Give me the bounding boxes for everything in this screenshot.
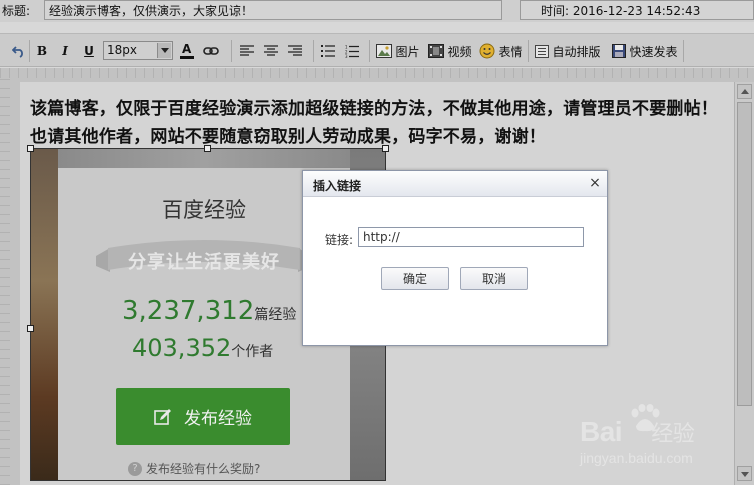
insert-video-button[interactable]: 视频 bbox=[427, 41, 473, 61]
author-count: 403,352个作者 bbox=[132, 334, 274, 362]
time-value: 2016-12-23 14:52:43 bbox=[572, 4, 701, 18]
scroll-down-button[interactable] bbox=[737, 466, 752, 481]
save-icon bbox=[612, 44, 627, 58]
editor-toolbar: B I U 18px A 123 图片 视频 表情 自动排版 快速发表 bbox=[0, 33, 754, 67]
ruler-left bbox=[0, 78, 10, 485]
insert-emoji-label: 表情 bbox=[498, 44, 523, 59]
underline-button[interactable]: U bbox=[79, 41, 99, 61]
numbered-list-button[interactable]: 123 bbox=[342, 41, 362, 61]
scroll-thumb[interactable] bbox=[737, 102, 752, 406]
title-label: 标题: bbox=[2, 4, 31, 18]
link-icon bbox=[203, 47, 219, 55]
link-button[interactable] bbox=[201, 41, 221, 61]
bold-icon: B bbox=[36, 44, 48, 58]
watermark-brand: Bai 经验 bbox=[580, 416, 695, 447]
reward-link: ? 发布经验有什么奖励? bbox=[128, 460, 260, 477]
align-left-button[interactable] bbox=[237, 41, 257, 61]
insert-link-dialog: 插入链接 × 链接: 确定 取消 bbox=[302, 170, 608, 346]
insert-emoji-button[interactable]: 表情 bbox=[478, 41, 524, 61]
insert-video-label: 视频 bbox=[447, 44, 472, 59]
resize-handle-left[interactable] bbox=[27, 325, 34, 332]
post-body-text[interactable]: 该篇博客，仅限于百度经验演示添加超级链接的方法，不做其他用途，请管理员不要删帖！… bbox=[30, 95, 730, 151]
undo-icon bbox=[12, 46, 23, 58]
font-color-button[interactable]: A bbox=[178, 41, 196, 61]
scroll-up-button[interactable] bbox=[737, 84, 752, 99]
title-input[interactable]: 经验演示博客，仅供演示，大家见谅！ bbox=[44, 0, 502, 20]
autoformat-icon bbox=[535, 44, 550, 58]
autoformat-label: 自动排版 bbox=[552, 44, 601, 59]
font-size-value: 18px bbox=[107, 43, 137, 57]
bullet-list-icon bbox=[321, 44, 335, 57]
title-bar: 标题: 经验演示博客，仅供演示，大家见谅！ 时间: 2016-12-23 14:… bbox=[0, 0, 754, 22]
article-count: 3,237,312篇经验 bbox=[122, 296, 297, 326]
resize-handle-top-right[interactable] bbox=[382, 145, 389, 152]
font-size-select[interactable]: 18px bbox=[103, 41, 173, 60]
link-input[interactable] bbox=[358, 227, 584, 247]
baidu-watermark: Bai 经验 jingyan.baidu.com bbox=[580, 404, 740, 466]
align-right-button[interactable] bbox=[285, 41, 305, 61]
align-right-icon bbox=[288, 45, 302, 56]
video-icon bbox=[428, 44, 445, 58]
autoformat-button[interactable]: 自动排版 bbox=[535, 41, 601, 61]
font-color-icon: A bbox=[180, 42, 194, 59]
resize-handle-top-left[interactable] bbox=[27, 145, 34, 152]
question-icon: ? bbox=[128, 461, 142, 476]
resize-handle-top[interactable] bbox=[204, 145, 211, 152]
time-field[interactable]: 时间: 2016-12-23 14:52:43 bbox=[520, 0, 754, 20]
quick-post-label: 快速发表 bbox=[629, 44, 678, 59]
align-center-button[interactable] bbox=[261, 41, 281, 61]
underline-icon: U bbox=[84, 44, 94, 58]
close-icon[interactable]: × bbox=[587, 174, 603, 192]
align-center-icon bbox=[264, 45, 278, 56]
ruler-top bbox=[0, 68, 754, 78]
bullet-list-button[interactable] bbox=[318, 41, 338, 61]
image-icon bbox=[376, 44, 393, 58]
align-left-icon bbox=[240, 45, 254, 56]
watermark-url: jingyan.baidu.com bbox=[580, 450, 693, 466]
chevron-down-icon bbox=[157, 43, 171, 58]
undo-button[interactable] bbox=[9, 41, 29, 61]
cancel-button[interactable]: 取消 bbox=[460, 267, 528, 290]
dialog-title: 插入链接 bbox=[313, 179, 362, 193]
publish-label: 发布经验 bbox=[184, 409, 252, 429]
time-label: 时间: bbox=[541, 4, 570, 18]
reward-text: 发布经验有什么奖励? bbox=[146, 462, 261, 476]
svg-text:A: A bbox=[182, 42, 192, 56]
italic-icon: I bbox=[62, 44, 68, 58]
insert-image-button[interactable]: 图片 bbox=[375, 41, 421, 61]
insert-image-label: 图片 bbox=[395, 44, 420, 59]
dialog-header[interactable]: 插入链接 × bbox=[303, 171, 607, 197]
italic-button[interactable]: I bbox=[56, 41, 74, 61]
confirm-button[interactable]: 确定 bbox=[381, 267, 449, 290]
publish-experience-button: 发布经验 bbox=[116, 388, 290, 445]
link-label: 链接: bbox=[325, 233, 354, 247]
numbered-list-icon: 123 bbox=[345, 45, 359, 58]
svg-text:3: 3 bbox=[345, 54, 348, 58]
quick-post-button[interactable]: 快速发表 bbox=[611, 41, 679, 61]
bold-button[interactable]: B bbox=[33, 41, 51, 61]
smiley-icon bbox=[479, 43, 495, 59]
edit-icon bbox=[154, 408, 171, 425]
